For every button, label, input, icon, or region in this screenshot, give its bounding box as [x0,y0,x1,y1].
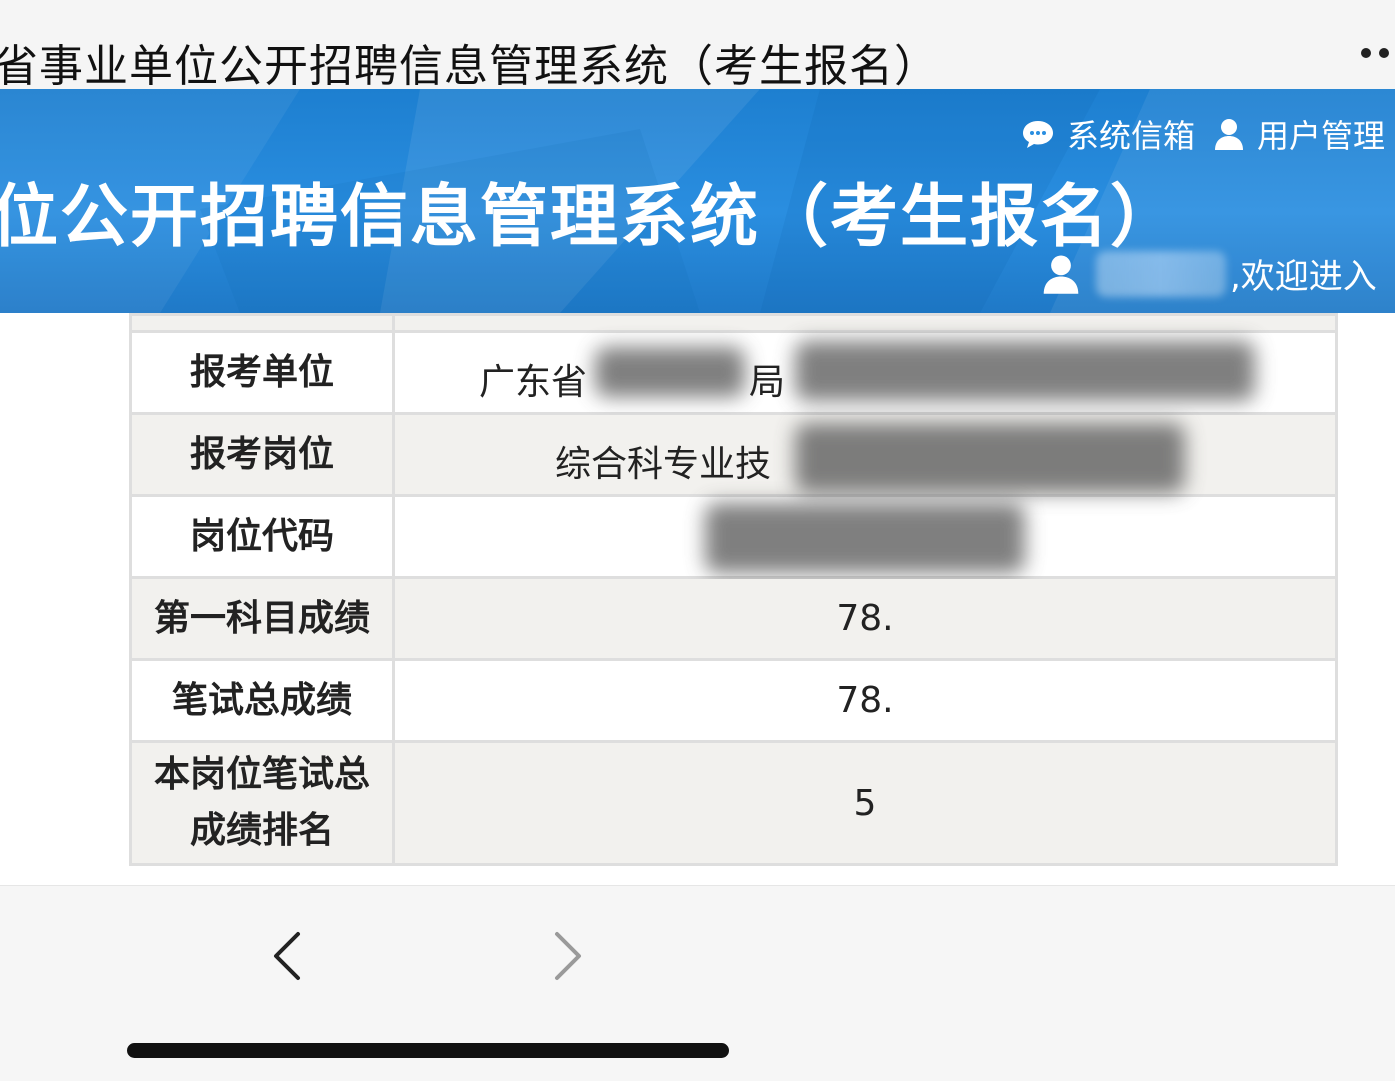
redacted-username [1096,250,1226,297]
row-label: 报考岗位 [129,412,395,497]
row-value: 广东省 局 [392,330,1338,415]
row-label: 岗位代码 [129,494,395,579]
applied-position-value: 综合科专业技 [555,444,772,485]
system-name: 位公开招聘信息管理系统（考生报名） [0,178,1181,257]
row-label: 本岗位笔试总成绩排名 [129,740,395,866]
table-row: 岗位代码 [129,494,1338,579]
applied-unit-fragment: 局 [749,362,786,403]
welcome-bar: ,欢迎进入 [1040,249,1377,298]
user-icon [1214,119,1243,150]
row-label: 笔试总成绩 [129,658,395,743]
table-row: 笔试总成绩 78. [129,658,1338,743]
table-row: 报考单位 广东省 局 [129,330,1338,415]
position-code-value [392,494,1338,579]
row-label: 第一科目成绩 [129,576,395,661]
user-management-label: 用户管理 [1256,117,1385,155]
applied-unit-value: 广东省 [479,362,588,403]
back-arrow-icon [274,932,300,980]
table-row: 报考岗位 综合科专业技 [129,412,1338,497]
more-options-icon[interactable] [1361,48,1391,60]
first-subject-score: 78. [392,576,1338,661]
table-row: 第一科目成绩 78. [129,576,1338,661]
back-button[interactable] [258,926,318,986]
chat-icon [1022,121,1053,148]
row-value: 综合科专业技 [392,412,1338,497]
written-total-score: 78. [392,658,1338,743]
site-header: 系统信箱 用户管理 位公开招聘信息管理系统（考生报名） ,欢迎进入 [0,89,1395,313]
page-title: 省事业单位公开招聘信息管理系统（考生报名） [0,41,939,90]
welcome-text: ,欢迎进入 [1230,257,1377,297]
written-score-rank: 5 [392,740,1338,866]
home-indicator[interactable] [127,1043,729,1058]
user-avatar-icon [1043,254,1079,294]
score-table: 报考单位 广东省 局 报考岗位 综合科专业技 岗位代码 第一科目成绩 78. 笔… [129,313,1338,866]
table-row [129,313,1338,333]
forward-arrow-icon [555,932,581,980]
table-row: 本岗位笔试总成绩排名 5 [129,740,1338,866]
row-label: 报考单位 [129,330,395,415]
forward-button[interactable] [537,926,597,986]
browser-title-bar: 省事业单位公开招聘信息管理系统（考生报名） [0,0,1395,90]
header-links: 系统信箱 用户管理 [1021,111,1385,157]
system-mailbox-link[interactable]: 系统信箱 [1021,111,1195,157]
user-management-link[interactable]: 用户管理 [1213,111,1385,157]
system-mailbox-label: 系统信箱 [1066,117,1195,155]
